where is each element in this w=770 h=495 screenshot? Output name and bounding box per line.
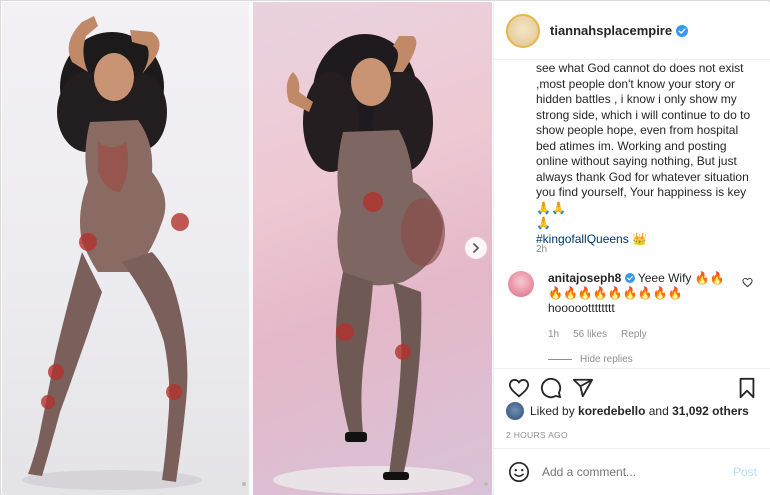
post-dialog: tiannahsplacempire see what God cannot d… [0,0,770,495]
like-comment-heart-icon[interactable] [742,277,753,288]
save-bookmark-icon[interactable] [737,377,757,399]
comment-username[interactable]: anitajoseph8 [548,271,621,285]
comment-avatar[interactable] [508,271,534,297]
liker-avatar[interactable] [506,402,524,420]
avatar[interactable] [506,13,540,48]
likes-prefix: Liked by [530,404,575,418]
post-username[interactable]: tiannahsplacempire [550,23,672,38]
comment-text-line2: 🔥🔥🔥🔥🔥🔥🔥🔥🔥 [548,286,683,300]
next-photo-button[interactable] [465,237,487,259]
comment-icon[interactable] [540,377,562,399]
caption-text: see what God cannot do does not exist ,m… [536,61,751,230]
likes-user[interactable]: koredebello [578,404,645,418]
post-sidebar: tiannahsplacempire see what God cannot d… [493,2,770,495]
likes-suffix: and [648,404,669,418]
carousel-dot-2 [484,482,488,486]
like-heart-icon[interactable] [508,377,530,399]
verified-badge-icon [676,24,689,37]
add-comment-bar: Post [494,448,770,495]
likes-others[interactable]: 31,092 others [672,404,749,418]
photo-left [2,2,249,495]
reply-button[interactable]: Reply [621,329,647,340]
comment-likes[interactable]: 56 likes [573,329,607,340]
post-comment-button[interactable]: Post [733,465,757,479]
emoji-icon[interactable] [508,461,530,483]
comment-body: anitajoseph8 Yeee Wify 🔥🔥 🔥🔥🔥🔥🔥🔥🔥🔥🔥 hooo… [548,271,738,316]
post-caption: see what God cannot do does not exist ,m… [536,61,758,247]
comment-meta: 1h 56 likes Reply [548,329,647,340]
photo-right [253,2,492,495]
chevron-right-icon [473,243,480,253]
post-header: tiannahsplacempire [494,2,770,60]
comment-input[interactable] [542,465,722,479]
comment-text-line3: hoooootttttttt [548,301,615,315]
photo-right-figure [273,34,473,494]
comment-text: Yeee Wify 🔥🔥 [637,271,725,285]
action-bar [494,368,770,404]
hide-replies-label: Hide replies [580,354,633,365]
comment-time: 1h [548,329,560,340]
caption-time: 2h [536,244,548,255]
share-icon[interactable] [572,377,594,399]
verified-badge-icon [624,273,635,283]
likes-summary: Liked by koredebello and 31,092 others [506,402,749,420]
comments-area[interactable]: see what God cannot do does not exist ,m… [494,61,770,367]
caption-hashtag[interactable]: #kingofallQueens 👑 [536,232,758,248]
hide-replies-button[interactable]: Hide replies [548,354,633,365]
post-media [2,2,492,495]
posted-time[interactable]: 2 HOURS AGO [506,430,568,440]
photo-left-figure [22,16,202,490]
carousel-dot-1 [242,482,246,486]
